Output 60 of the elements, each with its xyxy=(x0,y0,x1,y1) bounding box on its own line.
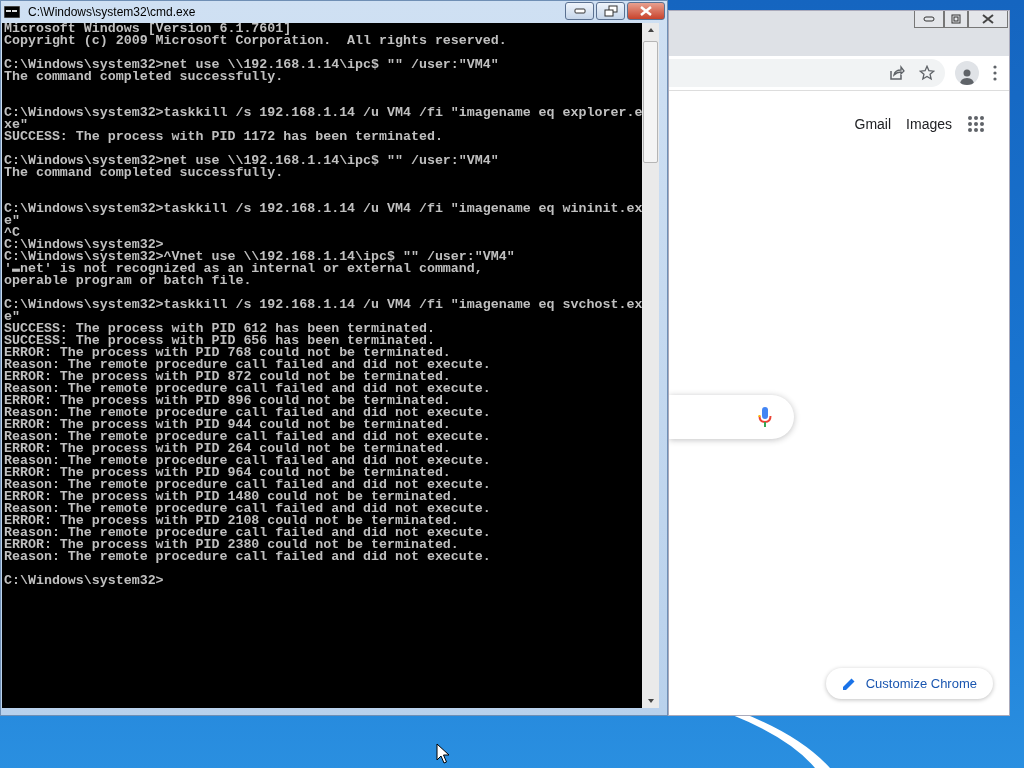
mouse-pointer-icon xyxy=(436,743,450,765)
console-line: Copyright (c) 2009 Microsoft Corporation. All rights reserved. xyxy=(4,35,508,47)
console-line: Reason: The remote procedure call failed and did not execute. xyxy=(4,407,492,419)
microphone-icon[interactable] xyxy=(758,406,772,428)
console-line: Reason: The remote procedure call failed and did not execute. xyxy=(4,527,492,539)
header-link[interactable]: Images xyxy=(906,116,952,132)
console-line: Reason: The remote procedure call failed and did not execute. xyxy=(4,479,492,491)
console-line: ERROR: The process with PID 964 could not be terminated. xyxy=(4,467,451,479)
console-line: Reason: The remote procedure call failed and did not execute. xyxy=(4,359,492,371)
console-line: Reason: The remote procedure call failed and did not execute. xyxy=(4,383,492,395)
menu-icon[interactable] xyxy=(993,65,997,81)
header-link[interactable]: Gmail xyxy=(854,116,892,132)
console-line: Reason: The remote procedure call failed and did not execute. xyxy=(4,503,492,515)
console-line: '▬net' is not recognized as an internal or external command, xyxy=(4,263,484,275)
console-line: C:\Windows\system32>net use \\192.168.1.14\ipc$ "" /user:"VM4" xyxy=(4,59,500,71)
console-line: SUCCESS: The process with PID 656 has been terminated. xyxy=(4,335,435,347)
minimize-icon[interactable] xyxy=(565,2,594,20)
console-line: C:\Windows\system32>taskkill /s 192.168.1.14 /u VM4 /fi "imagename eq svchost.ex xyxy=(4,299,642,311)
maximize-icon[interactable] xyxy=(944,11,968,28)
star-icon[interactable] xyxy=(919,65,935,81)
console-line: ERROR: The process with PID 2108 could not be terminated. xyxy=(4,515,459,527)
console-line: C:\Windows\system32>taskkill /s 192.168.1.14 /u VM4 /fi "imagename eq wininit.ex xyxy=(4,203,642,215)
pencil-icon xyxy=(841,676,856,691)
share-icon[interactable] xyxy=(889,65,905,81)
console-line: e" xyxy=(4,311,20,323)
minimize-icon[interactable] xyxy=(914,11,944,28)
console-app-icon xyxy=(4,6,20,18)
console-line: Microsoft Windows [Version 6.1.7601] xyxy=(4,23,292,35)
restore-icon[interactable] xyxy=(596,2,625,20)
scrollbar-thumb[interactable] xyxy=(643,41,658,163)
console-line: ^C xyxy=(4,227,20,239)
console-line: Reason: The remote procedure call failed and did not execute. xyxy=(4,431,492,443)
console-line: ERROR: The process with PID 944 could not be terminated. xyxy=(4,419,451,431)
console-line: xe" xyxy=(4,119,28,131)
console-line: SUCCESS: The process with PID 1172 has been terminated. xyxy=(4,131,444,143)
console-line: ERROR: The process with PID 264 could not be terminated. xyxy=(4,443,451,455)
console-line: The command completed successfully. xyxy=(4,71,284,83)
console-line: Reason: The remote procedure call failed and did not execute. xyxy=(4,455,492,467)
console-line: The command completed successfully. xyxy=(4,167,284,179)
console-line: C:\Windows\system32> xyxy=(4,239,164,251)
customize-chrome-button[interactable]: Customize Chrome xyxy=(825,668,993,699)
console-line: e" xyxy=(4,215,20,227)
console-line: operable program or batch file. xyxy=(4,275,253,287)
apps-grid-icon[interactable] xyxy=(967,115,985,133)
console-line: ERROR: The process with PID 1480 could not be terminated. xyxy=(4,491,459,503)
console-line: C:\Windows\system32> xyxy=(4,575,165,587)
console-line: ERROR: The process with PID 2380 could not be terminated. xyxy=(4,539,459,551)
console-line: C:\Windows\system32>net use \\192.168.1.14\ipc$ "" /user:"VM4" xyxy=(4,155,500,167)
profile-icon[interactable] xyxy=(955,61,979,85)
search-field[interactable] xyxy=(669,395,794,439)
close-icon[interactable] xyxy=(968,11,1008,28)
console-line: ERROR: The process with PID 768 could not be terminated. xyxy=(4,347,451,359)
console-line: C:\Windows\system32>taskkill /s 192.168.1.14 /u VM4 /fi "imagename eq explorer.e xyxy=(4,107,642,119)
close-icon[interactable] xyxy=(627,2,665,20)
console-line: C:\Windows\system32>^Vnet use \\192.168.1.14\ipc$ "" /user:"VM4" xyxy=(4,251,516,263)
console-line: ERROR: The process with PID 896 could not be terminated. xyxy=(4,395,451,407)
console-line: SUCCESS: The process with PID 612 has been terminated. xyxy=(4,323,436,335)
console-line: Reason: The remote procedure call failed and did not execute. xyxy=(4,551,492,563)
window-title: C:\Windows\system32\cmd.exe xyxy=(28,5,197,19)
console-line: ERROR: The process with PID 872 could not be terminated. xyxy=(4,371,451,383)
